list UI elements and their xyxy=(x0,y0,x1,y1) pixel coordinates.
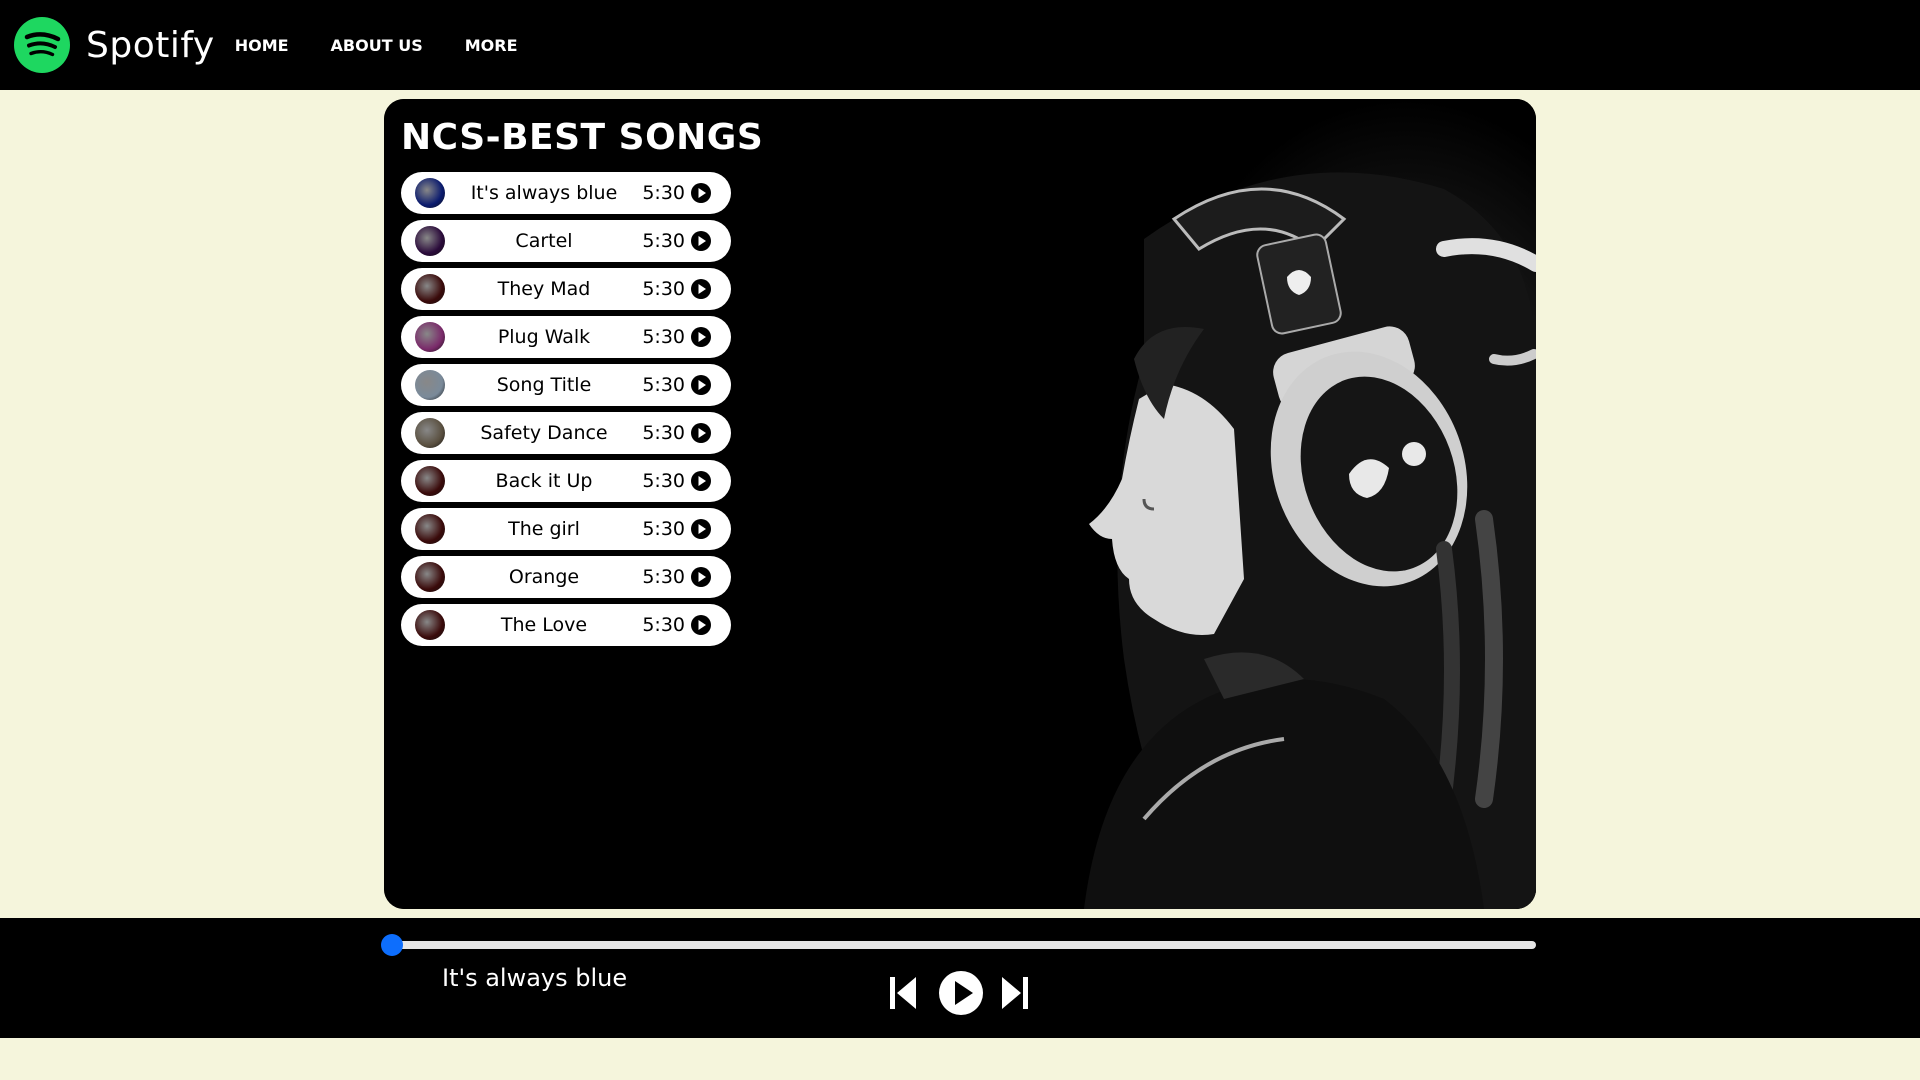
song-duration: 5:30 xyxy=(642,182,685,204)
playlist-card: NCS-BEST SONGS It's always blue 5:30 Carte… xyxy=(384,99,1536,909)
skip-forward-icon[interactable] xyxy=(1000,975,1030,1011)
song-item[interactable]: Back it Up 5:30 xyxy=(401,460,731,502)
song-item[interactable]: They Mad 5:30 xyxy=(401,268,731,310)
spotify-logo-icon[interactable] xyxy=(14,17,70,73)
song-item[interactable]: Orange 5:30 xyxy=(401,556,731,598)
progress-thumb[interactable] xyxy=(381,934,403,956)
song-duration: 5:30 xyxy=(642,374,685,396)
progress-slider[interactable] xyxy=(381,934,1536,956)
nav-item-about-us[interactable]: ABOUT US xyxy=(331,36,423,55)
song-play-icon[interactable] xyxy=(691,231,711,251)
song-play-icon[interactable] xyxy=(691,423,711,443)
song-duration: 5:30 xyxy=(642,470,685,492)
playlist-title: NCS-BEST SONGS xyxy=(401,117,764,158)
song-item[interactable]: The Love 5:30 xyxy=(401,604,731,646)
song-play-icon[interactable] xyxy=(691,327,711,347)
song-item[interactable]: Cartel 5:30 xyxy=(401,220,731,262)
song-item[interactable]: The girl 5:30 xyxy=(401,508,731,550)
nav-item-home[interactable]: HOME xyxy=(235,36,289,55)
song-duration: 5:30 xyxy=(642,230,685,252)
song-play-icon[interactable] xyxy=(691,375,711,395)
song-item[interactable]: Song Title 5:30 xyxy=(401,364,731,406)
play-icon[interactable] xyxy=(938,970,984,1016)
song-play-icon[interactable] xyxy=(691,567,711,587)
song-duration: 5:30 xyxy=(642,422,685,444)
song-item[interactable]: It's always blue 5:30 xyxy=(401,172,731,214)
navbar: Spotify HOME ABOUT US MORE xyxy=(0,0,1920,90)
now-playing-title: It's always blue xyxy=(442,964,628,992)
skip-back-icon[interactable] xyxy=(888,975,918,1011)
song-item[interactable]: Plug Walk 5:30 xyxy=(401,316,731,358)
song-duration: 5:30 xyxy=(642,278,685,300)
song-duration: 5:30 xyxy=(642,326,685,348)
song-duration: 5:30 xyxy=(642,614,685,636)
player-bar: It's always blue xyxy=(0,918,1920,1038)
song-duration: 5:30 xyxy=(642,566,685,588)
song-play-icon[interactable] xyxy=(691,279,711,299)
nav-item-more[interactable]: MORE xyxy=(465,36,518,55)
song-duration: 5:30 xyxy=(642,518,685,540)
player-controls xyxy=(888,968,1032,1018)
song-play-icon[interactable] xyxy=(691,471,711,491)
brand-name: Spotify xyxy=(86,24,215,66)
nav-links: HOME ABOUT US MORE xyxy=(235,36,560,55)
song-list: It's always blue 5:30 Cartel 5:30 They Mad 5:… xyxy=(401,172,731,652)
song-play-icon[interactable] xyxy=(691,519,711,539)
song-item[interactable]: Safety Dance 5:30 xyxy=(401,412,731,454)
song-play-icon[interactable] xyxy=(691,615,711,635)
song-play-icon[interactable] xyxy=(691,183,711,203)
